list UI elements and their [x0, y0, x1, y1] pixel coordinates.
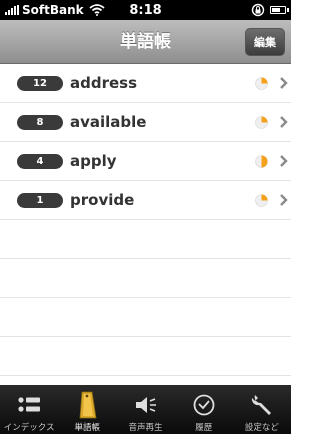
clock-icon	[189, 390, 219, 420]
list-item[interactable]: 1 provide	[0, 181, 291, 220]
count-badge: 1	[17, 193, 63, 208]
word-label: available	[70, 113, 147, 131]
empty-row	[0, 337, 291, 376]
list-item[interactable]: 12 address	[0, 64, 291, 103]
progress-pie-icon	[255, 77, 268, 90]
count-badge: 4	[17, 154, 63, 169]
tab-label: 設定など	[244, 423, 279, 433]
tab-label: 音声再生	[128, 423, 163, 433]
battery-icon	[270, 6, 289, 14]
count-badge: 8	[17, 115, 63, 130]
chevron-right-icon	[280, 194, 288, 206]
progress-pie-icon	[255, 155, 268, 168]
speaker-icon	[131, 390, 161, 420]
rotation-lock-icon	[251, 3, 265, 17]
chevron-right-icon	[280, 77, 288, 89]
chevron-right-icon	[280, 155, 288, 167]
carrier-name: SoftBank	[22, 3, 84, 17]
word-label: provide	[70, 191, 135, 209]
empty-row	[0, 298, 291, 337]
wifi-icon	[89, 4, 105, 16]
count-badge: 12	[17, 76, 63, 91]
tab-history[interactable]: 履歴	[175, 385, 233, 434]
tab-settings[interactable]: 設定など	[233, 385, 291, 434]
word-list: 12 address 8 available 4 apply 1 provide	[0, 64, 291, 376]
tab-label: 履歴	[195, 423, 213, 433]
tab-label: 単語帳	[74, 423, 101, 433]
word-card-icon	[72, 390, 102, 420]
progress-pie-icon	[255, 194, 268, 207]
list-item[interactable]: 8 available	[0, 103, 291, 142]
status-bar: SoftBank 8:18	[0, 0, 291, 20]
tab-bar: インデックス 単語帳 音声再生 履歴 設定など	[0, 385, 291, 434]
tab-wordbook[interactable]: 単語帳	[58, 385, 116, 434]
empty-row	[0, 220, 291, 259]
list-item[interactable]: 4 apply	[0, 142, 291, 181]
wrench-icon	[247, 390, 277, 420]
list-icon	[14, 390, 44, 420]
progress-pie-icon	[255, 116, 268, 129]
tab-index[interactable]: インデックス	[0, 385, 58, 434]
clock-time: 8:18	[129, 3, 162, 18]
word-label: address	[70, 74, 138, 92]
chevron-right-icon	[280, 116, 288, 128]
empty-row	[0, 259, 291, 298]
signal-strength-icon	[5, 5, 19, 15]
tab-audio[interactable]: 音声再生	[116, 385, 174, 434]
navigation-bar: 単語帳 編集	[0, 20, 291, 64]
tab-label: インデックス	[3, 423, 55, 433]
edit-button[interactable]: 編集	[245, 28, 285, 56]
word-label: apply	[70, 152, 117, 170]
